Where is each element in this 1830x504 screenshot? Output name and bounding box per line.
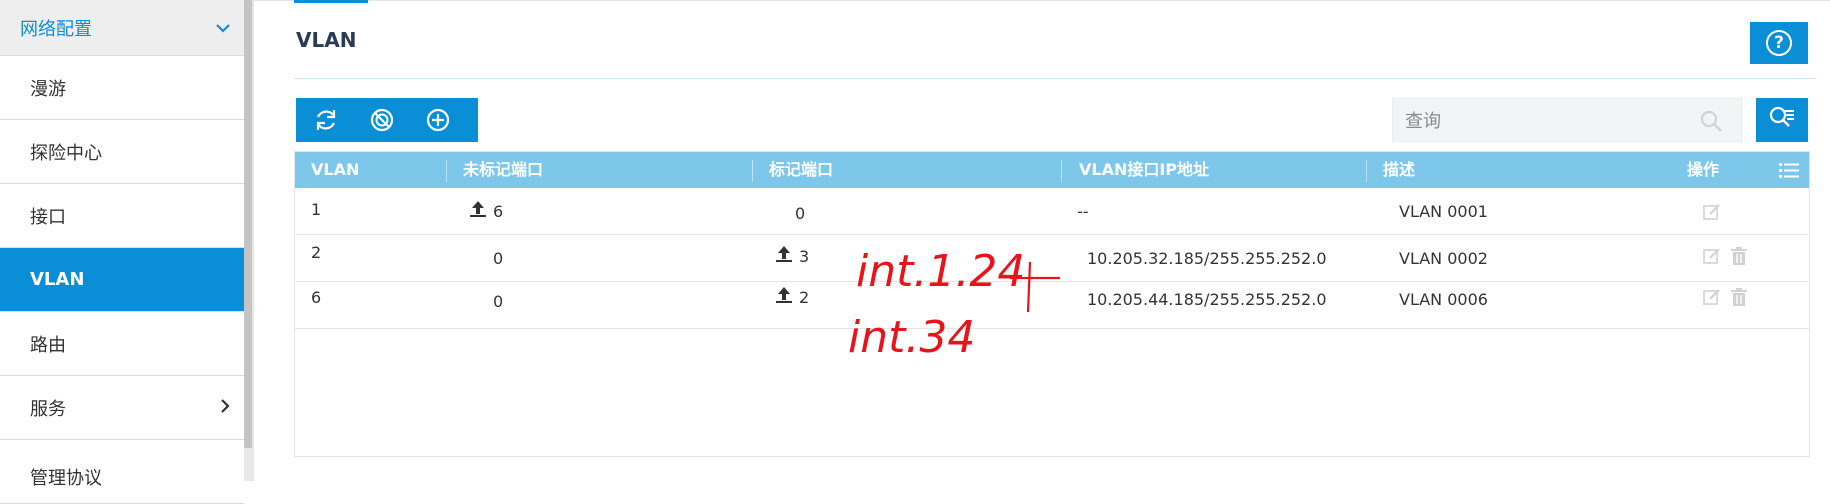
refresh-icon[interactable] (312, 106, 340, 134)
upload-arrow-icon (469, 200, 487, 222)
column-separator (1061, 160, 1062, 182)
sidebar-item-label: 路由 (30, 334, 66, 356)
table-row[interactable]: 1 6 0 -- VLAN 0001 (295, 188, 1809, 235)
cell-vlan-id: 2 (311, 243, 322, 262)
table-toolbar (296, 98, 478, 142)
cell-untagged-ports: 0 (493, 292, 504, 311)
cell-tagged-ports[interactable]: 2 (775, 286, 809, 308)
column-header-vlan-ip[interactable]: VLAN接口IP地址 (1079, 152, 1209, 188)
column-header-untagged-ports[interactable]: 未标记端口 (463, 152, 543, 188)
column-separator (752, 160, 753, 182)
sidebar-item-management-protocol[interactable]: 管理协议 (0, 440, 244, 504)
table-row[interactable]: 6 0 2 10.205.44.185/255.255.252.0 VLAN 0… (295, 282, 1809, 329)
tagged-port-count: 3 (799, 247, 810, 266)
advanced-search-icon (1768, 105, 1796, 135)
edit-icon[interactable] (1703, 247, 1721, 269)
cell-vlan-ip: 10.205.44.185/255.255.252.0 (1087, 290, 1327, 309)
sidebar-item-label: 管理协议 (30, 468, 102, 489)
cell-vlan-ip: 10.205.32.185/255.255.252.0 (1087, 249, 1327, 268)
sidebar-item-vlan[interactable]: VLAN (0, 248, 244, 312)
vlan-table: VLAN 未标记端口 标记端口 VLAN接口IP地址 描述 操作 1 6 0 -… (294, 151, 1810, 457)
sidebar-scrollbar-thumb[interactable] (244, 0, 252, 448)
sidebar-item-explore-center[interactable]: 探险中心 (0, 120, 244, 184)
sidebar-divider (252, 0, 254, 481)
sidebar-item-services[interactable]: 服务 (0, 376, 244, 440)
cell-description: VLAN 0006 (1399, 290, 1488, 309)
sidebar-item-label: 接口 (30, 206, 66, 228)
help-button[interactable]: ? (1750, 22, 1808, 64)
cell-untagged-ports: 0 (493, 249, 504, 268)
disable-icon[interactable] (368, 106, 396, 134)
cell-description: VLAN 0002 (1399, 249, 1488, 268)
upload-arrow-icon (775, 245, 793, 267)
column-separator (446, 160, 447, 182)
sidebar-item-interfaces[interactable]: 接口 (0, 184, 244, 248)
sidebar: 网络配置 漫游 探险中心 接口 VLAN 路由 服务 管理协议 (0, 0, 244, 504)
add-icon[interactable] (424, 106, 452, 134)
sidebar-item-routing[interactable]: 路由 (0, 312, 244, 376)
column-menu-icon[interactable] (1779, 161, 1799, 183)
title-divider (294, 78, 1816, 79)
cell-untagged-ports[interactable]: 6 (469, 200, 503, 222)
chevron-down-icon (216, 17, 230, 38)
search-icon[interactable] (1699, 109, 1723, 137)
edit-icon[interactable] (1703, 288, 1721, 310)
sidebar-item-label: 漫游 (30, 78, 66, 100)
cell-vlan-id: 6 (311, 288, 322, 307)
advanced-search-button[interactable] (1756, 98, 1808, 142)
upload-arrow-icon (775, 286, 793, 308)
sidebar-item-label: 服务 (30, 398, 66, 420)
delete-icon[interactable] (1731, 288, 1747, 310)
sidebar-item-label: 探险中心 (30, 142, 102, 164)
cell-vlan-ip: -- (1077, 202, 1089, 221)
cell-tagged-ports: 0 (795, 204, 806, 223)
column-separator (1366, 160, 1367, 182)
active-tab-indicator (294, 0, 368, 3)
chevron-right-icon (220, 397, 230, 418)
sidebar-group-network-config[interactable]: 网络配置 (0, 0, 244, 56)
search-box (1392, 98, 1742, 142)
table-row[interactable]: 2 0 3 10.205.32.185/255.255.252.0 VLAN 0… (295, 235, 1809, 282)
column-header-actions: 操作 (1687, 160, 1720, 179)
tagged-port-count: 2 (799, 288, 810, 307)
search-input[interactable] (1405, 109, 1685, 133)
edit-icon[interactable] (1703, 203, 1721, 225)
column-header-vlan[interactable]: VLAN (311, 152, 359, 188)
sidebar-group-label: 网络配置 (20, 18, 92, 40)
cell-description: VLAN 0001 (1399, 202, 1488, 221)
column-header-description[interactable]: 描述 (1383, 152, 1415, 188)
cell-tagged-ports[interactable]: 3 (775, 245, 809, 267)
delete-icon[interactable] (1731, 247, 1747, 269)
untagged-port-count: 6 (493, 202, 504, 221)
cell-vlan-id: 1 (311, 200, 322, 219)
column-header-tagged-ports[interactable]: 标记端口 (769, 152, 833, 188)
help-icon: ? (1766, 30, 1792, 56)
page-title: VLAN (296, 28, 357, 52)
sidebar-item-roaming[interactable]: 漫游 (0, 56, 244, 120)
sidebar-item-label: VLAN (30, 269, 85, 290)
top-border (254, 0, 1830, 1)
table-header: VLAN 未标记端口 标记端口 VLAN接口IP地址 描述 操作 (295, 152, 1809, 188)
